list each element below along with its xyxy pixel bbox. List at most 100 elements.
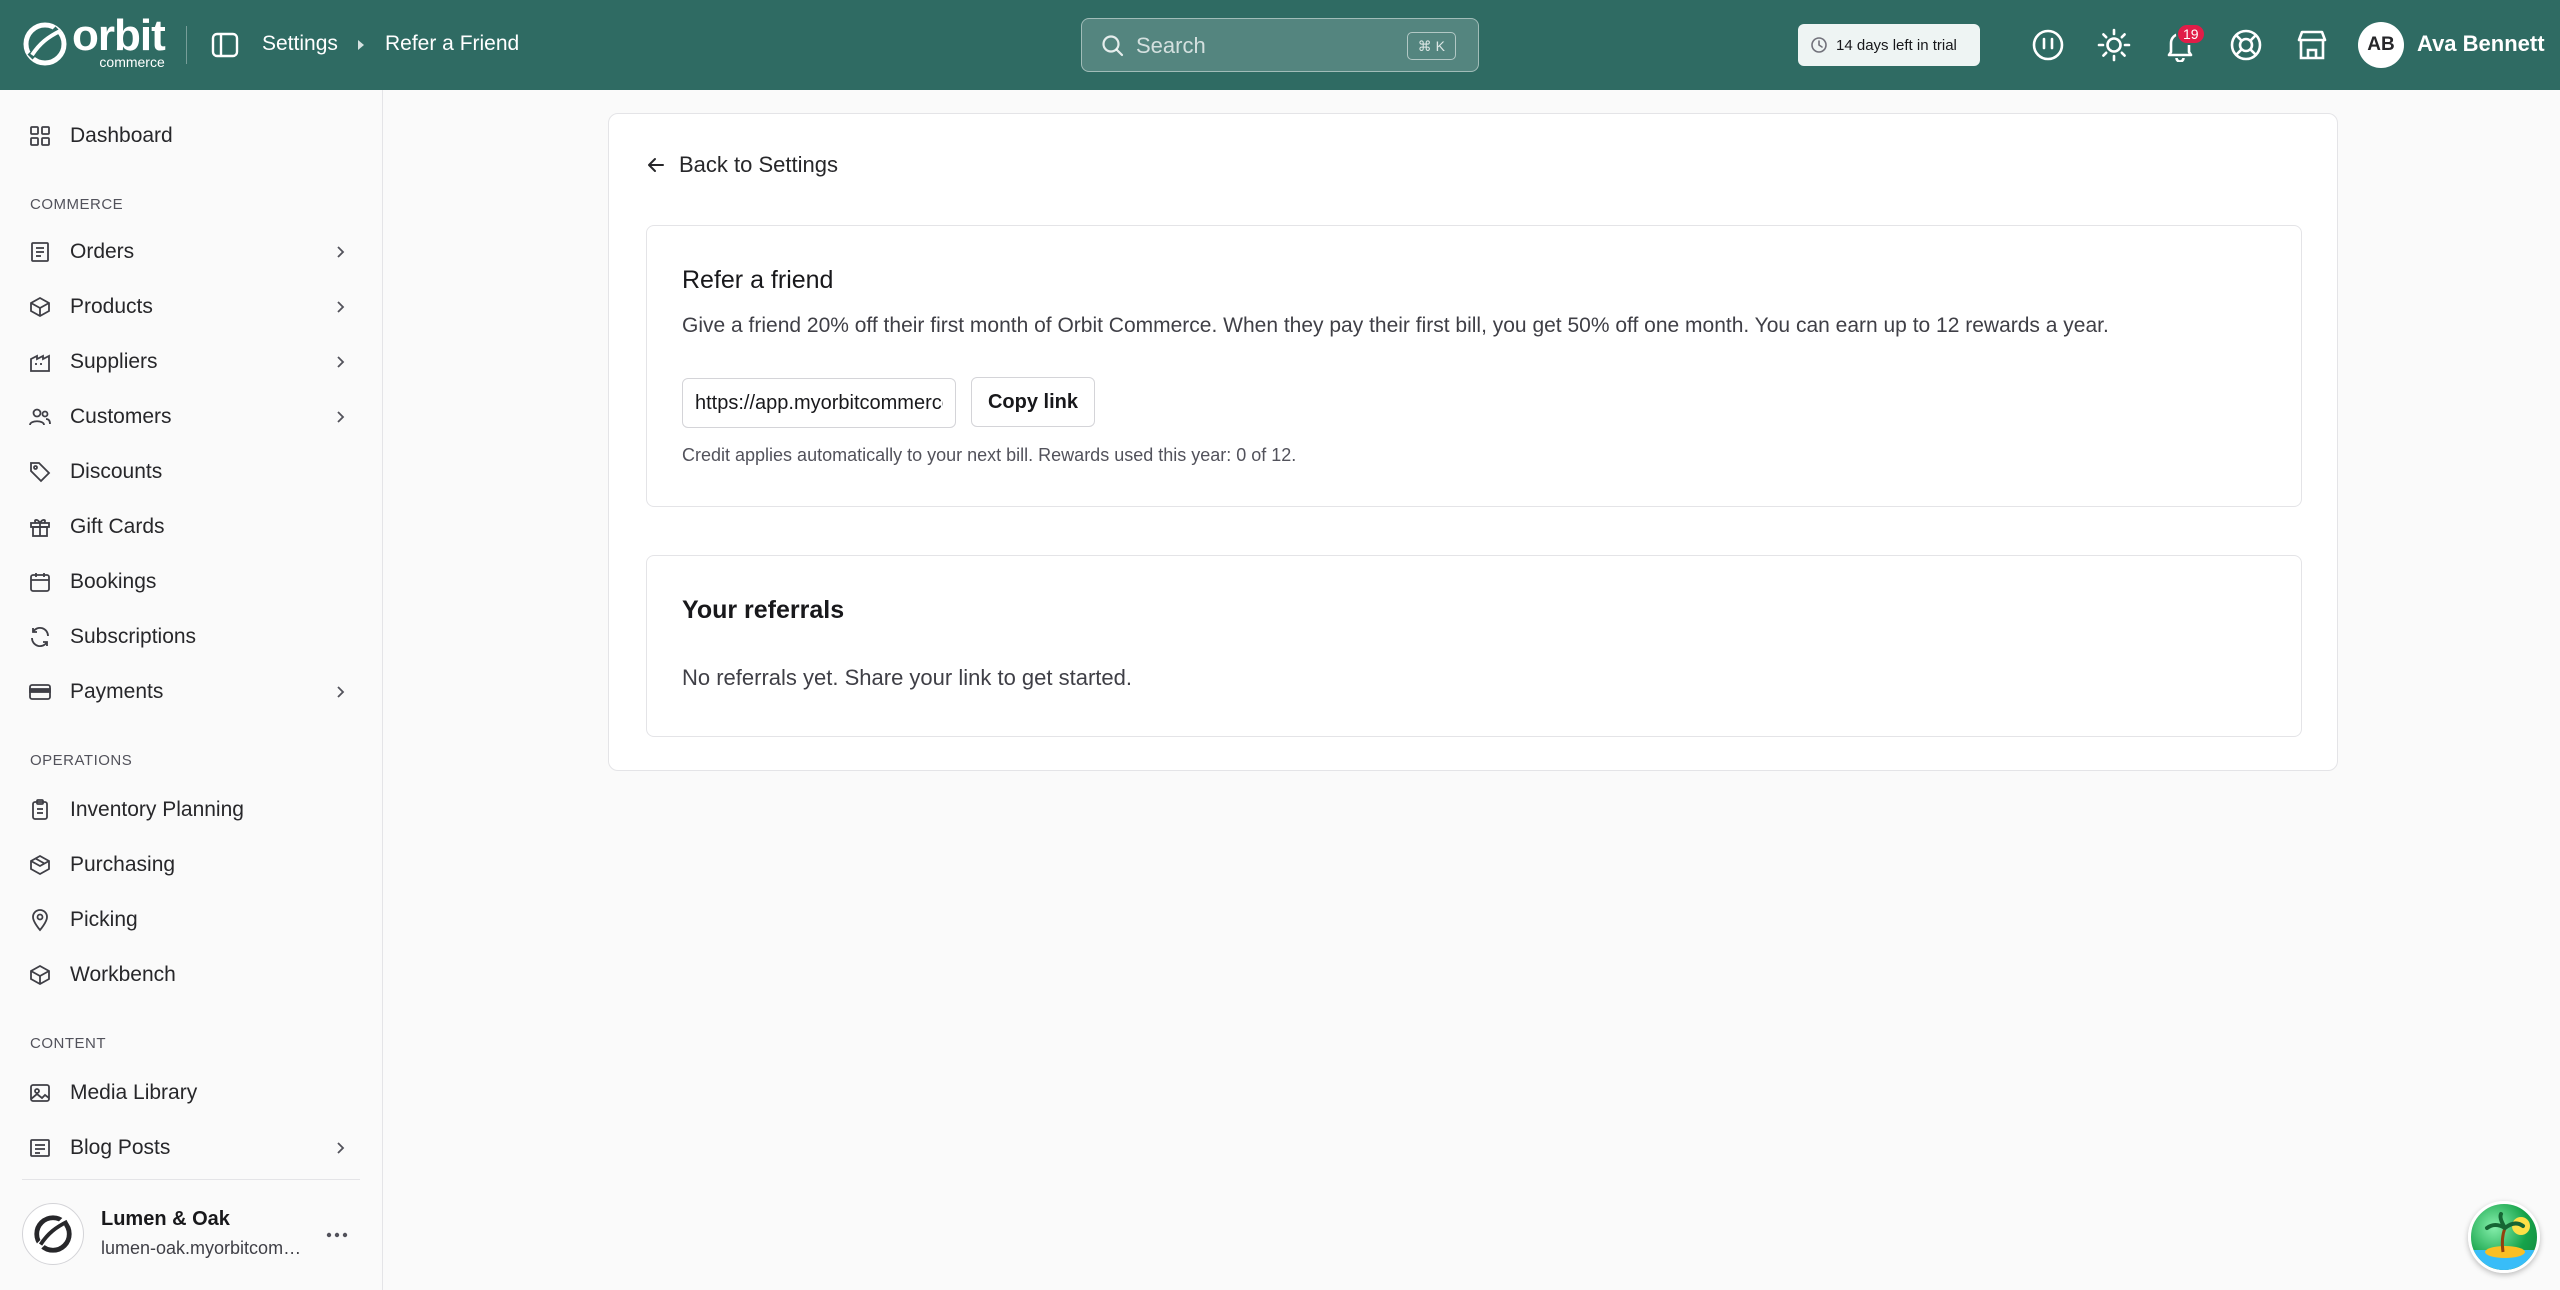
- chevron-right-icon: [337, 301, 345, 313]
- more-horizontal-icon[interactable]: [322, 1220, 352, 1250]
- sidebar-item-label: Blog Posts: [70, 1136, 171, 1159]
- section-label-content: CONTENT: [30, 1035, 106, 1052]
- card-icon: [29, 684, 51, 700]
- sidebar-item-picking[interactable]: Picking: [28, 900, 358, 940]
- theme-sun-icon[interactable]: [2097, 28, 2131, 62]
- box-icon: [30, 964, 50, 986]
- feedback-icon[interactable]: [2031, 28, 2065, 62]
- search-box[interactable]: ⌘ K: [1081, 18, 1479, 72]
- store-logo-icon: [34, 1215, 72, 1253]
- sidebar-item-products[interactable]: Products: [28, 287, 358, 327]
- sidebar-item-label: Discounts: [70, 460, 163, 483]
- gift-icon: [30, 519, 50, 537]
- store-name: Lumen & Oak: [101, 1208, 230, 1230]
- calendar-icon: [30, 573, 50, 592]
- refer-note: Credit applies automatically to your nex…: [682, 445, 1297, 465]
- clock-icon: [1811, 37, 1827, 53]
- sidebar-item-label: Bookings: [70, 570, 157, 593]
- sidebar-item-payments[interactable]: Payments: [28, 672, 358, 712]
- sidebar-item-customers[interactable]: Customers: [28, 397, 358, 437]
- search-shortcut: ⌘ K: [1406, 32, 1456, 60]
- arrow-left-icon: [648, 158, 664, 172]
- refresh-icon: [31, 626, 49, 648]
- sidebar-item-label: Purchasing: [70, 853, 176, 876]
- referrals-card: Your referrals No referrals yet. Share y…: [646, 555, 2302, 737]
- sidebar-item-label: Payments: [70, 680, 164, 703]
- trial-badge[interactable]: 14 days left in trial: [1798, 24, 1980, 66]
- store-logo[interactable]: [22, 1203, 84, 1265]
- breadcrumb-separator-icon: [358, 40, 364, 50]
- search-icon: [1102, 35, 1124, 57]
- top-bar: orbit commerce Settings Refer a Friend ⌘…: [0, 0, 2560, 90]
- orbit-logo-icon: [23, 22, 67, 66]
- island-icon: [2471, 1212, 2537, 1270]
- sidebar-divider: [22, 1179, 360, 1180]
- storefront-icon[interactable]: [2295, 28, 2329, 62]
- chevron-right-icon: [337, 411, 345, 423]
- sidebar: Dashboard COMMERCE Orders Products Suppl…: [0, 90, 383, 1290]
- sidebar-item-subscriptions[interactable]: Subscriptions: [28, 617, 358, 657]
- sidebar-item-label: Dashboard: [70, 124, 173, 147]
- refer-panel: Back to Settings Refer a friend Give a f…: [608, 113, 2338, 771]
- sidebar-item-orders[interactable]: Orders: [28, 232, 358, 272]
- chevron-right-icon: [337, 686, 345, 698]
- breadcrumb-settings[interactable]: Settings: [262, 32, 338, 56]
- refer-description: Give a friend 20% off their first month …: [682, 314, 2109, 337]
- chevron-right-icon: [337, 1142, 345, 1154]
- copy-link-button[interactable]: Copy link: [971, 377, 1095, 427]
- user-avatar[interactable]: AB: [2358, 22, 2404, 68]
- sidebar-item-workbench[interactable]: Workbench: [28, 955, 358, 995]
- sidebar-item-label: Workbench: [70, 963, 176, 986]
- referral-link-input[interactable]: [682, 378, 956, 428]
- clipboard-icon: [32, 799, 48, 820]
- package-icon: [30, 854, 50, 876]
- refer-card: Refer a friend Give a friend 20% off the…: [646, 225, 2302, 507]
- sidebar-item-blog-posts[interactable]: Blog Posts: [28, 1128, 358, 1168]
- assistant-chat-button[interactable]: [2468, 1201, 2540, 1273]
- products-icon: [30, 296, 50, 318]
- breadcrumb-current: Refer a Friend: [385, 32, 520, 55]
- search-input[interactable]: [1136, 27, 1396, 65]
- sidebar-item-label: Orders: [70, 240, 135, 263]
- referrals-title: Your referrals: [682, 596, 845, 624]
- brand-name: orbit: [72, 10, 166, 60]
- sidebar-item-bookings[interactable]: Bookings: [28, 562, 358, 602]
- sidebar-item-label: Picking: [70, 908, 138, 931]
- sidebar-item-inventory-planning[interactable]: Inventory Planning: [28, 790, 358, 830]
- notification-badge: 19: [2176, 23, 2206, 45]
- customers-icon: [29, 408, 51, 426]
- user-name[interactable]: Ava Bennett: [2417, 31, 2545, 57]
- sidebar-item-discounts[interactable]: Discounts: [28, 452, 358, 492]
- store-domain: lumen-oak.myorbitcommerce.com: [101, 1238, 306, 1258]
- refer-title: Refer a friend: [682, 266, 834, 294]
- orders-icon: [31, 242, 49, 262]
- image-icon: [30, 1084, 50, 1102]
- back-label: Back to Settings: [679, 152, 838, 177]
- brand-logo[interactable]: orbit commerce: [22, 13, 172, 70]
- sidebar-item-purchasing[interactable]: Purchasing: [28, 845, 358, 885]
- section-label-operations: OPERATIONS: [30, 752, 133, 769]
- dashboard-icon: [30, 126, 50, 146]
- header-divider: [186, 26, 187, 64]
- suppliers-icon: [30, 354, 50, 372]
- sidebar-item-label: Customers: [70, 405, 172, 428]
- tag-icon: [30, 462, 51, 483]
- sidebar-item-label: Inventory Planning: [70, 798, 244, 821]
- map-pin-icon: [32, 909, 48, 932]
- sidebar-item-label: Products: [70, 295, 153, 318]
- sidebar-item-media-library[interactable]: Media Library: [28, 1073, 358, 1113]
- trial-text: 14 days left in trial: [1836, 36, 1957, 54]
- back-to-settings-link[interactable]: Back to Settings: [645, 152, 838, 178]
- referrals-empty-text: No referrals yet. Share your link to get…: [682, 665, 1132, 690]
- chevron-right-icon: [337, 246, 345, 258]
- sidebar-item-suppliers[interactable]: Suppliers: [28, 342, 358, 382]
- sidebar-item-gift-cards[interactable]: Gift Cards: [28, 507, 358, 547]
- sidebar-item-dashboard[interactable]: Dashboard: [28, 116, 358, 156]
- help-lifebuoy-icon[interactable]: [2229, 28, 2263, 62]
- section-label-commerce: COMMERCE: [30, 196, 124, 213]
- sidebar-item-label: Gift Cards: [70, 515, 165, 538]
- sidebar-item-label: Media Library: [70, 1081, 198, 1104]
- chevron-right-icon: [337, 356, 345, 368]
- blog-icon: [30, 1139, 50, 1157]
- sidebar-toggle-icon[interactable]: [210, 30, 240, 60]
